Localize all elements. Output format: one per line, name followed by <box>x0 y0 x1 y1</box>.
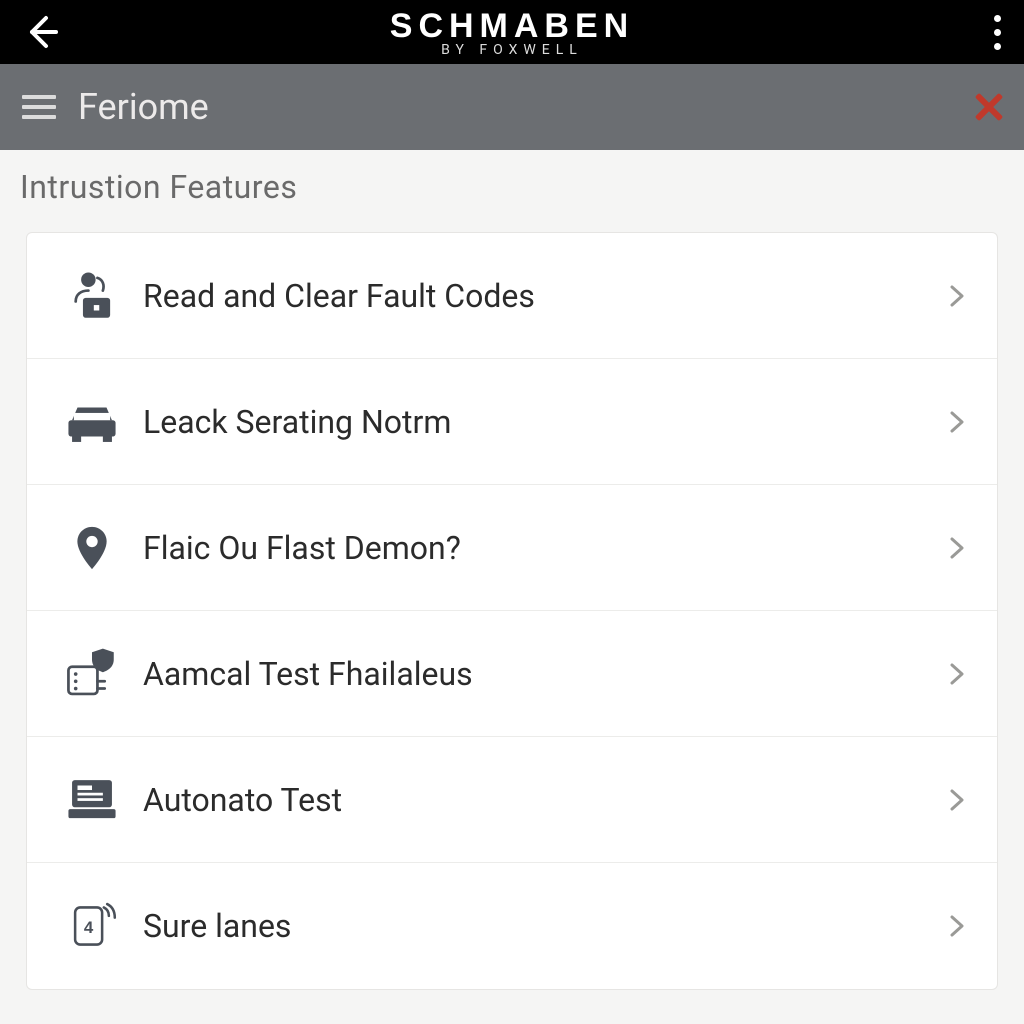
chevron-right-icon <box>945 284 969 308</box>
list-item[interactable]: Read and Clear Fault Codes <box>27 233 997 359</box>
brand-main: SCHMABEN <box>80 7 944 46</box>
list-item-label: Autonato Test <box>133 781 945 819</box>
list-item[interactable]: 4 Sure lanes <box>27 863 997 989</box>
laptop-icon <box>51 771 133 829</box>
list-item[interactable]: Flaic Ou Flast Demon? <box>27 485 997 611</box>
person-briefcase-icon <box>51 267 133 325</box>
chevron-right-icon <box>945 788 969 812</box>
close-icon[interactable] <box>972 90 1006 124</box>
list-item-label: Aamcal Test Fhailaleus <box>133 655 945 693</box>
pin-icon <box>51 522 133 574</box>
sub-bar: Feriome <box>0 64 1024 150</box>
sim-signal-icon: 4 <box>51 899 133 953</box>
list-item[interactable]: Aamcal Test Fhailaleus <box>27 611 997 737</box>
chevron-right-icon <box>945 662 969 686</box>
list-item-label: Read and Clear Fault Codes <box>133 277 945 315</box>
app-bar: SCHMABEN BY FOXWELL <box>0 0 1024 64</box>
svg-text:4: 4 <box>84 918 94 937</box>
chevron-right-icon <box>945 410 969 434</box>
shield-chip-icon <box>51 645 133 703</box>
hamburger-menu-icon[interactable] <box>22 95 56 119</box>
chevron-right-icon <box>945 536 969 560</box>
list-item-label: Flaic Ou Flast Demon? <box>133 529 945 567</box>
subbar-title: Feriome <box>78 86 209 128</box>
back-button[interactable] <box>24 14 60 50</box>
list-item[interactable]: Autonato Test <box>27 737 997 863</box>
brand-sub: BY FOXWELL <box>80 42 944 58</box>
list-item-label: Sure lanes <box>133 907 945 945</box>
feature-list: Read and Clear Fault Codes Leack Seratin… <box>26 232 998 990</box>
overflow-menu-icon[interactable] <box>994 15 1000 50</box>
brand: SCHMABEN BY FOXWELL <box>80 7 944 58</box>
chevron-right-icon <box>945 914 969 938</box>
list-item-label: Leack Serating Notrm <box>133 403 945 441</box>
list-item[interactable]: Leack Serating Notrm <box>27 359 997 485</box>
car-icon <box>51 393 133 451</box>
section-title: Intrustion Features <box>0 150 1024 214</box>
